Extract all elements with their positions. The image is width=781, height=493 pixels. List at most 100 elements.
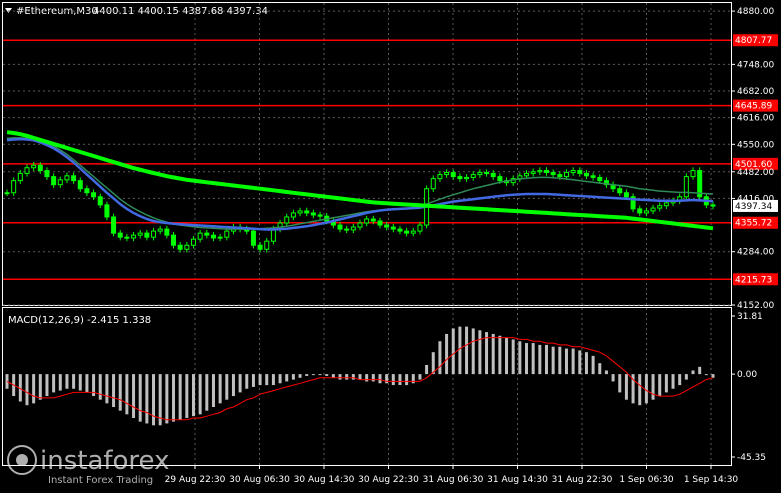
macd-histogram-bar bbox=[638, 374, 642, 406]
candle-body bbox=[430, 178, 436, 190]
candle-body bbox=[583, 172, 589, 177]
macd-histogram-bar bbox=[505, 337, 509, 375]
candle-body bbox=[364, 218, 370, 224]
candle-body bbox=[17, 172, 23, 182]
macd-histogram-bar bbox=[531, 343, 535, 375]
macd-histogram-bar bbox=[591, 355, 595, 375]
candle-body bbox=[657, 205, 663, 209]
candle-body bbox=[317, 214, 323, 217]
candle-body bbox=[344, 228, 350, 231]
candle-body bbox=[450, 172, 456, 178]
macd-histogram-bar bbox=[425, 364, 429, 375]
macd-histogram-bar bbox=[651, 374, 655, 400]
candle-body bbox=[444, 172, 450, 176]
macd-histogram-bar bbox=[704, 374, 708, 376]
candle-body bbox=[217, 236, 223, 239]
candle-body bbox=[683, 176, 689, 198]
chart-window[interactable]: #Ethereum,M30 4400.11 4400.15 4387.68 43… bbox=[0, 0, 781, 489]
macd-histogram-bar bbox=[458, 326, 462, 375]
macd-histogram-bar bbox=[571, 348, 575, 375]
candle-body bbox=[557, 174, 563, 178]
macd-histogram-bar bbox=[145, 374, 149, 424]
chart-canvas[interactable]: #Ethereum,M30 4400.11 4400.15 4387.68 43… bbox=[0, 0, 781, 489]
candle-body bbox=[550, 172, 556, 176]
candle-body bbox=[663, 202, 669, 207]
y-tick-label: 4550.00 bbox=[737, 140, 774, 150]
candle-body bbox=[710, 204, 716, 207]
x-tick-label: 29 Aug 22:30 bbox=[165, 475, 226, 485]
candle-body bbox=[590, 175, 596, 178]
macd-histogram-bar bbox=[358, 374, 362, 380]
macd-histogram-bar bbox=[578, 350, 582, 375]
level-price-label: 4807.77 bbox=[735, 36, 772, 46]
macd-histogram-bar bbox=[45, 374, 49, 397]
candle-body bbox=[297, 210, 303, 214]
macd-histogram-bar bbox=[325, 374, 329, 376]
macd-histogram-bar bbox=[451, 328, 455, 375]
candle-body bbox=[31, 164, 37, 169]
candle-body bbox=[264, 240, 270, 250]
macd-histogram-bar bbox=[351, 374, 355, 380]
candle-body bbox=[111, 216, 117, 234]
macd-histogram-bar bbox=[291, 374, 295, 380]
candle-body bbox=[144, 232, 150, 238]
macd-histogram-bar bbox=[205, 374, 209, 411]
candle-body bbox=[570, 170, 576, 174]
candle-body bbox=[497, 176, 503, 182]
x-tick-label: 30 Aug 14:30 bbox=[294, 475, 355, 485]
macd-histogram-bar bbox=[398, 374, 402, 386]
macd-histogram-bar bbox=[471, 328, 475, 375]
candle-body bbox=[117, 232, 123, 238]
logo-core-icon bbox=[16, 454, 28, 466]
watermark-brand: instaforex bbox=[40, 446, 169, 476]
y-tick-label: 4482.00 bbox=[737, 168, 774, 178]
macd-histogram-bar bbox=[544, 344, 548, 375]
macd-histogram-bar bbox=[491, 333, 495, 375]
candle-body bbox=[37, 164, 43, 172]
macd-histogram-bar bbox=[551, 346, 555, 375]
macd-histogram-bar bbox=[172, 374, 176, 422]
macd-histogram-bar bbox=[684, 374, 688, 380]
candle-body bbox=[304, 210, 310, 214]
candle-body bbox=[457, 176, 463, 180]
level-price-label: 4355.72 bbox=[735, 219, 772, 229]
macd-histogram-bar bbox=[485, 332, 489, 375]
level-price-label: 4645.89 bbox=[735, 102, 772, 112]
candle-body bbox=[250, 230, 256, 246]
candle-body bbox=[543, 170, 549, 174]
candle-body bbox=[337, 224, 343, 230]
macd-histogram-bar bbox=[465, 326, 469, 375]
macd-histogram-bar bbox=[265, 374, 269, 386]
macd-histogram-bar bbox=[405, 374, 409, 386]
macd-histogram-bar bbox=[438, 341, 442, 375]
candle-body bbox=[290, 212, 296, 218]
macd-histogram-bar bbox=[678, 374, 682, 386]
macd-histogram-bar bbox=[305, 374, 309, 376]
x-tick-label: 30 Aug 06:30 bbox=[229, 475, 290, 485]
macd-histogram-bar bbox=[138, 374, 142, 422]
macd-histogram-bar bbox=[185, 374, 189, 418]
macd-tick-label: 31.81 bbox=[737, 312, 763, 322]
candle-body bbox=[597, 176, 603, 182]
macd-histogram-bar bbox=[618, 374, 622, 393]
candle-body bbox=[410, 230, 416, 234]
y-tick-label: 4880.00 bbox=[737, 7, 774, 17]
macd-histogram-bar bbox=[331, 374, 335, 378]
macd-histogram-bar bbox=[511, 339, 515, 375]
y-tick-label: 4284.00 bbox=[737, 248, 774, 258]
macd-histogram-bar bbox=[664, 374, 668, 393]
macd-histogram-bar bbox=[378, 374, 382, 384]
candle-body bbox=[524, 172, 530, 177]
candle-body bbox=[257, 244, 263, 250]
candle-body bbox=[171, 234, 177, 246]
candle-body bbox=[97, 196, 103, 206]
candle-body bbox=[284, 216, 290, 224]
candle-body bbox=[390, 226, 396, 230]
x-tick-label: 1 Sep 14:30 bbox=[684, 475, 739, 485]
macd-histogram-bar bbox=[285, 374, 289, 382]
candle-body bbox=[417, 224, 423, 232]
macd-histogram-bar bbox=[525, 343, 529, 375]
macd-histogram-bar bbox=[211, 374, 215, 408]
candle-body bbox=[131, 234, 137, 239]
macd-histogram-bar bbox=[498, 335, 502, 375]
